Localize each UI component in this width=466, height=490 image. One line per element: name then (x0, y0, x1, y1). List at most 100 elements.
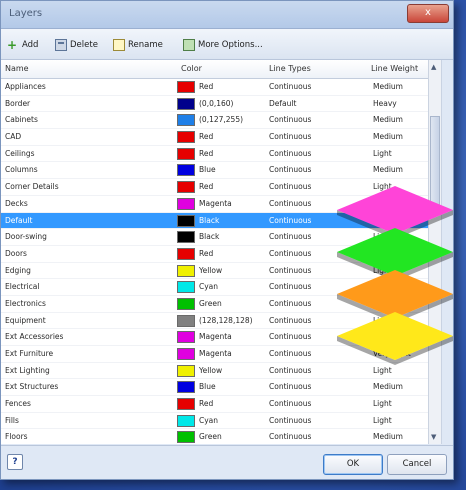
header-color[interactable]: Color (181, 64, 202, 73)
table-row[interactable]: Border (0,0,160) Default Heavy (1, 96, 441, 113)
color-swatch[interactable] (177, 81, 195, 93)
scroll-down-icon[interactable]: ▼ (431, 433, 436, 441)
table-row[interactable]: Ext Accessories Magenta Continuous Medium (1, 329, 441, 346)
layer-line-type: Continuous (269, 115, 312, 125)
layer-name: Ext Lighting (5, 365, 50, 375)
scroll-thumb[interactable] (430, 116, 440, 206)
color-swatch[interactable] (177, 264, 195, 277)
layer-line-type: Continuous (269, 182, 312, 192)
header-line-types[interactable]: Line Types (269, 64, 311, 73)
color-swatch[interactable] (177, 231, 195, 244)
table-row[interactable]: Fills Cyan Continuous Light (1, 413, 441, 430)
table-row[interactable]: Decks Magenta Continuous Light (1, 196, 441, 213)
layer-line-type: Continuous (269, 332, 312, 342)
layer-name: Columns (5, 165, 38, 175)
add-icon: + (7, 38, 18, 52)
layer-line-type: Continuous (269, 382, 312, 392)
color-swatch[interactable] (177, 398, 195, 411)
color-swatch[interactable] (177, 181, 195, 194)
layer-line-type: Continuous (269, 232, 312, 242)
table-row[interactable]: Ext Furniture Magenta Continuous Very Light (1, 346, 441, 363)
table-row[interactable]: Edging Yellow Continuous Light (1, 263, 441, 280)
table-row[interactable]: Appliances Red Continuous Medium (1, 79, 441, 96)
layer-color: Black (199, 232, 220, 242)
table-row[interactable]: Ceilings Red Continuous Light (1, 146, 441, 163)
layer-line-weight: Medium (373, 248, 403, 258)
table-row[interactable]: Doors Red Continuous Medium (1, 246, 441, 263)
color-swatch[interactable] (177, 114, 195, 127)
table-row[interactable]: Columns Blue Continuous Medium (1, 162, 441, 180)
more-options-button[interactable]: More Options... (183, 37, 263, 53)
table-row[interactable]: Cabinets (0,127,255) Continuous Medium (1, 112, 441, 130)
layer-color: Red (199, 182, 214, 192)
color-swatch[interactable] (177, 331, 195, 344)
scroll-up-icon[interactable]: ▲ (431, 63, 436, 71)
table-row[interactable]: Floors Green Continuous Medium (1, 429, 441, 444)
layer-line-type: Continuous (269, 432, 312, 442)
layer-line-weight: Medium (373, 115, 403, 125)
color-swatch[interactable] (177, 431, 195, 444)
table-row[interactable]: Electrical Cyan Continuous Light (1, 279, 441, 296)
color-swatch[interactable] (177, 147, 195, 160)
table-row[interactable]: Ext Lighting Yellow Continuous Light (1, 363, 441, 380)
table-row[interactable]: Door-swing Black Continuous Light (1, 229, 441, 246)
layer-name: Ceilings (5, 148, 35, 158)
table-header: Name Color Line Types Line Weight (1, 60, 441, 79)
color-swatch[interactable] (177, 364, 195, 377)
table-row[interactable]: Ext Structures Blue Continuous Medium (1, 379, 441, 397)
header-line-weight[interactable]: Line Weight (371, 64, 418, 73)
color-swatch[interactable] (177, 381, 195, 394)
layer-name: Ext Structures (5, 382, 59, 392)
layer-color: Magenta (199, 198, 232, 208)
cancel-button[interactable]: Cancel (387, 454, 447, 475)
table-row[interactable]: Equipment (128,128,128) Continuous Light (1, 313, 441, 330)
layer-line-type: Continuous (269, 415, 312, 425)
color-swatch[interactable] (177, 97, 195, 110)
layer-color: Cyan (199, 282, 219, 292)
layer-color: Blue (199, 382, 216, 392)
layer-line-weight: Light (373, 182, 392, 192)
layer-line-type: Continuous (269, 315, 312, 325)
layer-line-weight: Medium (373, 165, 403, 175)
add-button[interactable]: + Add (7, 37, 38, 53)
ok-button[interactable]: OK (323, 454, 383, 475)
title-bar[interactable]: Layers x (1, 1, 453, 29)
table-row[interactable]: Corner Details Red Continuous Light (1, 179, 441, 196)
vertical-scrollbar[interactable]: ▲ ▼ (428, 60, 441, 444)
layer-line-type: Continuous (269, 82, 312, 91)
color-swatch[interactable] (177, 214, 195, 227)
color-swatch[interactable] (177, 131, 195, 144)
color-swatch[interactable] (177, 314, 195, 327)
color-swatch[interactable] (177, 297, 195, 310)
color-swatch[interactable] (177, 414, 195, 427)
layer-line-type: Default (269, 98, 297, 108)
layer-color: Cyan (199, 415, 219, 425)
layer-name: Ext Accessories (5, 332, 64, 342)
table-row[interactable]: Default Black Continuous Default (1, 212, 441, 230)
delete-icon (55, 39, 67, 51)
close-button[interactable]: x (407, 4, 449, 23)
rename-button[interactable]: Rename (113, 37, 163, 53)
color-swatch[interactable] (177, 247, 195, 260)
layer-line-type: Continuous (269, 198, 312, 208)
delete-button[interactable]: Delete (55, 37, 98, 53)
layer-line-type: Continuous (269, 298, 312, 308)
color-swatch[interactable] (177, 197, 195, 210)
table-row[interactable]: Fences Red Continuous Light (1, 396, 441, 413)
layer-line-weight: Medium (373, 432, 403, 442)
table-row[interactable]: Electronics Green Continuous Light (1, 296, 441, 313)
layer-name: Ext Furniture (5, 349, 54, 358)
layer-line-weight: Light (373, 265, 392, 275)
layer-name: Decks (5, 198, 28, 208)
layer-line-type: Continuous (269, 282, 312, 292)
layer-color: Red (199, 132, 214, 142)
header-name[interactable]: Name (5, 64, 29, 73)
color-swatch[interactable] (177, 281, 195, 294)
dialog-footer: ? OK Cancel (1, 445, 453, 479)
more-options-icon (183, 39, 195, 51)
layer-color: Yellow (199, 265, 223, 275)
color-swatch[interactable] (177, 348, 195, 360)
table-row[interactable]: CAD Red Continuous Medium (1, 129, 441, 146)
help-button[interactable]: ? (7, 454, 23, 470)
color-swatch[interactable] (177, 164, 195, 177)
